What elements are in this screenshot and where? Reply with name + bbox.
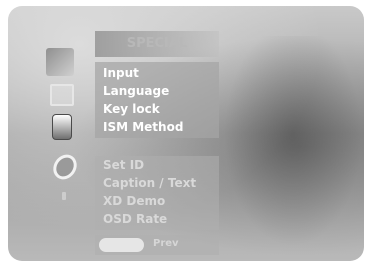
menu-title-text: SPECIAL bbox=[126, 36, 188, 51]
menu-item-ism-method[interactable]: ISM Method bbox=[103, 120, 183, 134]
prev-label: Prev bbox=[153, 238, 179, 249]
option-icon[interactable] bbox=[48, 150, 82, 184]
menu-icon-bar bbox=[36, 42, 90, 252]
menu-group-secondary: Set ID Caption / Text XD Demo OSD Rate bbox=[95, 156, 219, 230]
menu-item-set-id[interactable]: Set ID bbox=[103, 158, 144, 172]
background-glow bbox=[218, 36, 364, 256]
menu-item-language[interactable]: Language bbox=[103, 84, 169, 98]
menu-footer: Prev bbox=[95, 235, 219, 255]
menu-item-caption-text[interactable]: Caption / Text bbox=[103, 176, 196, 190]
menu-item-osd-rate[interactable]: OSD Rate bbox=[103, 212, 167, 226]
prev-button[interactable] bbox=[99, 238, 144, 252]
menu-title: SPECIAL bbox=[95, 31, 219, 57]
tv-screen: SPECIAL Input Language Key lock ISM Meth… bbox=[8, 6, 364, 261]
special-icon[interactable] bbox=[52, 114, 72, 140]
menu-group-primary: Input Language Key lock ISM Method bbox=[95, 62, 219, 138]
screen-icon[interactable] bbox=[50, 84, 74, 106]
menu-item-key-lock[interactable]: Key lock bbox=[103, 102, 160, 116]
picture-icon[interactable] bbox=[46, 48, 74, 76]
tv-icon[interactable] bbox=[62, 192, 66, 200]
menu-item-input[interactable]: Input bbox=[103, 66, 139, 80]
menu-item-xd-demo[interactable]: XD Demo bbox=[103, 194, 165, 208]
